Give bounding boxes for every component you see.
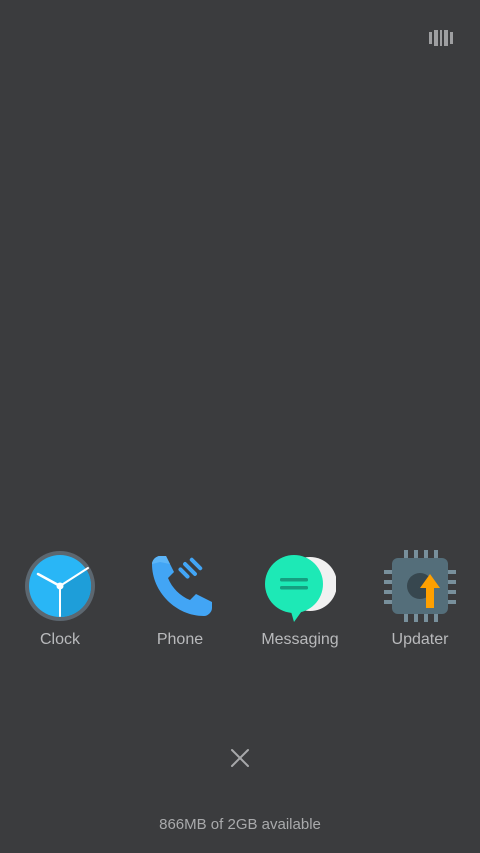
- messaging-icon: [265, 555, 336, 622]
- clock-icon: [25, 551, 95, 621]
- layout-toggle-button[interactable]: [429, 28, 453, 48]
- app-label: Clock: [39, 631, 80, 648]
- app-label: Phone: [156, 631, 204, 648]
- app-phone[interactable]: Phone: [120, 548, 240, 658]
- app-updater[interactable]: Updater: [360, 548, 480, 658]
- app-label: Messaging: [261, 631, 339, 648]
- recent-apps-row: Clock Phone Messaging Updater: [0, 548, 480, 658]
- phone-icon: [152, 556, 212, 616]
- app-messaging[interactable]: Messaging: [240, 548, 360, 658]
- close-all-button[interactable]: [223, 741, 257, 775]
- memory-status-text: 866MB of 2GB available: [159, 816, 321, 833]
- app-clock[interactable]: Clock: [0, 548, 120, 658]
- updater-icon: [384, 550, 456, 622]
- view-carousel-icon: [429, 30, 453, 46]
- close-icon: [231, 749, 249, 767]
- app-label: Updater: [391, 631, 449, 648]
